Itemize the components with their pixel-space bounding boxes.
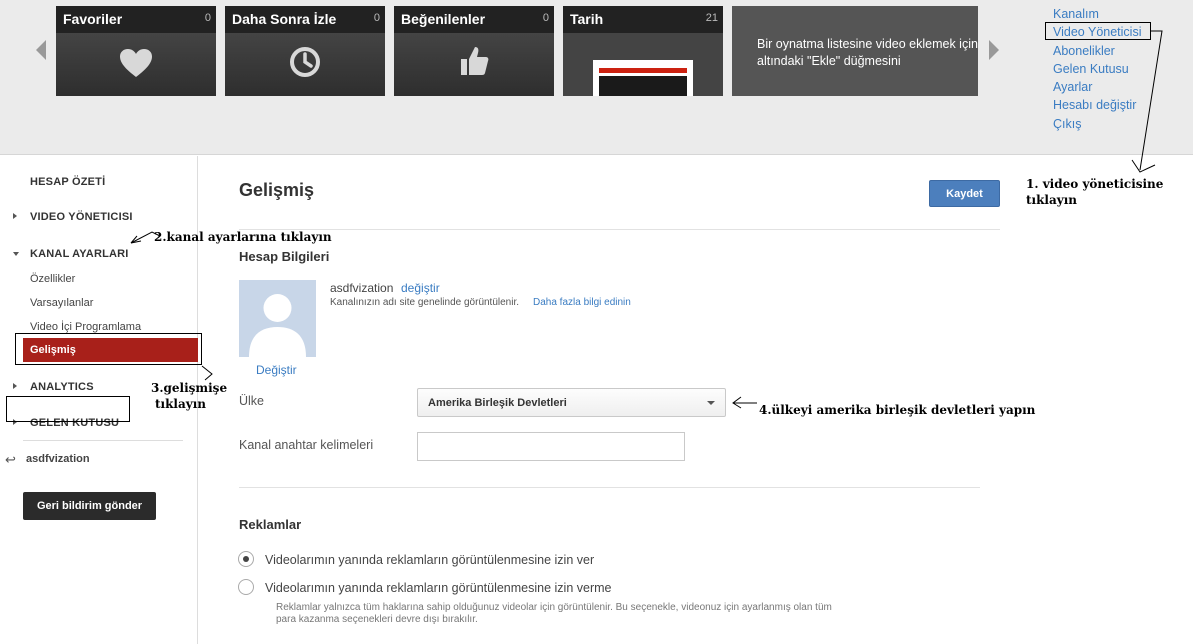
divider [239,487,980,488]
account-name-description: Kanalınızın adı site genelinde görüntüle… [330,297,520,308]
guide-tile-liked[interactable]: Beğenilenler 0 [394,6,554,96]
tile-header: Tarih 21 [563,6,723,33]
guide-tile-favorites[interactable]: Favoriler 0 [56,6,216,96]
change-avatar-link[interactable]: Değiştir [256,363,297,377]
keywords-label: Kanal anahtar kelimeleri [239,438,374,452]
clock-icon [290,47,320,77]
avatar [239,280,316,357]
history-thumbnail [593,60,693,96]
guide-tile-watch-later[interactable]: Daha Sonra İzle 0 [225,6,385,96]
menu-item-cikis[interactable]: Çıkış [1053,116,1142,134]
youtube-advanced-settings-page: Favoriler 0 Daha Sonra İzle 0 Beğenilenl… [0,0,1193,644]
tile-count: 21 [705,12,718,24]
annotation-step3: 3.gelişmişe tıklayın [151,380,227,412]
tile-icon-area [394,33,554,96]
annotation-box-kanal-ayarlari [6,396,130,422]
tile-icon-area [225,33,385,96]
country-label: Ülke [239,394,265,408]
annotation-step1: 1. video yöneticisine tıklayın [1026,176,1163,208]
save-button[interactable]: Kaydet [929,180,1000,207]
tile-title: Favoriler [63,11,123,27]
tile-count: 0 [204,12,211,24]
annotation-step2: 2.kanal ayarlarına tıklayın [154,230,332,244]
change-name-link[interactable]: değiştir [401,281,440,295]
learn-more-link[interactable]: Daha fazla bilgi edinin [533,297,631,308]
tile-icon-area [56,33,216,96]
thumbs-up-icon [461,47,489,75]
page-title: Gelişmiş [239,180,315,200]
guide-message-text: Bir oynatma listesine video eklemek için… [757,37,978,68]
guide-bar: Favoriler 0 Daha Sonra İzle 0 Beğenilenl… [0,0,1193,155]
guide-next-arrow-icon[interactable] [989,40,999,60]
tile-header: Daha Sonra İzle 0 [225,6,385,33]
sidebar-subitem-ozellikler[interactable]: Özellikler [30,273,75,285]
sidebar-item-analytics[interactable]: ANALYTICS [30,381,94,393]
channel-keywords-input[interactable] [417,432,685,461]
annotation-step1-line2: tıklayın [1026,193,1078,207]
sidebar-subitem-video-ici-programlama[interactable]: Video İçi Programlama [30,321,141,333]
annotation-box-gelismis [15,333,202,365]
chevron-down-icon [707,401,715,405]
sidebar-item-video-yoneticisi[interactable]: VIDEO YÖNETICISI [30,211,133,223]
sidebar-item-hesap-ozeti[interactable]: HESAP ÖZETİ [30,176,105,188]
annotation-step3-line1: 3.gelişmişe [151,381,228,395]
sidebar-item-kanal-ayarlari[interactable]: KANAL AYARLARI [30,248,129,260]
annotation-step1-line1: 1. video yöneticisine [1026,177,1164,191]
menu-item-ayarlar[interactable]: Ayarlar [1053,79,1142,97]
country-select[interactable]: Amerika Birleşik Devletleri [417,388,726,417]
expand-arrow-icon[interactable] [13,213,17,219]
tile-header: Favoriler 0 [56,6,216,33]
menu-item-abonelikler[interactable]: Abonelikler [1053,43,1142,61]
back-arrow-icon: ↩ [5,452,16,467]
ads-allow-label[interactable]: Videolarımın yanında reklamların görüntü… [265,553,594,567]
expand-arrow-icon[interactable] [13,383,17,389]
account-info-heading: Hesap Bilgileri [239,249,330,264]
tile-title: Tarih [570,11,604,27]
annotation-box-video-yoneticisi [1045,22,1151,40]
heart-icon [120,49,152,77]
account-name: asdfvization [330,281,394,295]
guide-tile-history[interactable]: Tarih 21 [563,6,723,96]
menu-item-hesabi-degistir[interactable]: Hesabı değiştir [1053,97,1142,115]
guide-message-box: Bir oynatma listesine video eklemek için… [732,6,978,96]
menu-item-gelen-kutusu[interactable]: Gelen Kutusu [1053,61,1142,79]
tile-header: Beğenilenler 0 [394,6,554,33]
country-selected-value: Amerika Birleşik Devletleri [428,397,567,409]
radio-selected-dot [243,556,249,562]
tile-count: 0 [373,12,380,24]
guide-prev-arrow-icon[interactable] [36,40,46,60]
channel-username: asdfvization [26,453,90,465]
tile-count: 0 [542,12,549,24]
divider [239,229,1000,230]
annotation-step4: 4.ülkeyi amerika birleşik devletleri yap… [759,403,1036,417]
ads-allow-radio[interactable] [238,551,254,567]
sidebar-subitem-varsayilanlar[interactable]: Varsayılanlar [30,297,93,309]
ads-heading: Reklamlar [239,517,302,532]
tile-icon-area [563,33,723,96]
ads-deny-radio[interactable] [238,579,254,595]
annotation-step3-line2: tıklayın [155,397,207,411]
collapse-arrow-icon[interactable] [13,252,19,256]
default-avatar-icon [239,280,316,357]
ads-note: Reklamlar yalnızca tüm haklarına sahip o… [276,602,832,625]
tile-title: Daha Sonra İzle [232,11,337,27]
ads-deny-label[interactable]: Videolarımın yanında reklamların görüntü… [265,581,611,595]
send-feedback-button[interactable]: Geri bildirim gönder [23,492,156,520]
tile-title: Beğenilenler [401,11,486,27]
sidebar-divider [23,440,183,441]
